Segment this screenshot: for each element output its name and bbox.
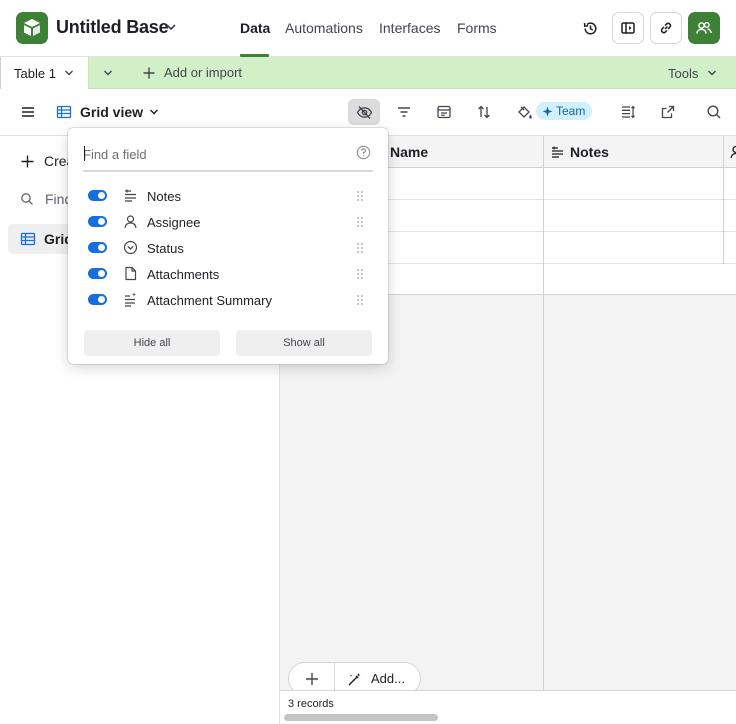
add-or-import-label: Add or import xyxy=(164,65,243,80)
drag-handle-icon[interactable] xyxy=(354,267,366,281)
base-title[interactable]: Untitled Base xyxy=(56,17,169,38)
column-header-notes[interactable]: Notes xyxy=(570,144,609,160)
chevron-down-icon[interactable] xyxy=(145,103,163,121)
launch-icon xyxy=(621,22,635,34)
search-icon[interactable] xyxy=(705,103,723,121)
long-text-icon xyxy=(125,189,136,202)
link-icon xyxy=(660,22,672,34)
all-tables-chevron-icon[interactable] xyxy=(101,66,115,80)
help-icon[interactable] xyxy=(356,145,371,160)
menu-icon[interactable] xyxy=(19,103,37,121)
long-text-icon xyxy=(552,146,563,158)
column-divider xyxy=(543,136,544,690)
column-header-name[interactable]: Name xyxy=(390,144,428,160)
visibility-toggle[interactable] xyxy=(88,242,107,253)
sparkle-icon xyxy=(542,106,553,116)
add-or-import-button[interactable]: Add or import xyxy=(142,65,242,80)
nav-tab-interfaces[interactable]: Interfaces xyxy=(379,20,440,36)
row-height-icon[interactable] xyxy=(619,103,637,121)
ai-text-icon xyxy=(125,292,136,307)
plus-icon[interactable] xyxy=(305,672,319,686)
field-row-status[interactable]: Status xyxy=(86,236,376,262)
hide-fields-popover: Notes Assignee Status Attachments Attach… xyxy=(68,128,388,364)
sort-icon[interactable] xyxy=(475,103,493,121)
nav-tab-forms[interactable]: Forms xyxy=(457,20,497,36)
field-row-attachments[interactable]: Attachments xyxy=(86,262,376,288)
drag-handle-icon[interactable] xyxy=(354,215,366,229)
visibility-toggle[interactable] xyxy=(88,216,107,227)
visibility-toggle[interactable] xyxy=(88,190,107,201)
field-label: Assignee xyxy=(147,215,201,230)
base-logo-icon[interactable] xyxy=(16,12,48,44)
top-header: Untitled Base Data Automations Interface… xyxy=(0,0,736,57)
chevron-down-icon[interactable] xyxy=(705,66,719,80)
filter-icon[interactable] xyxy=(395,103,413,121)
visibility-toggle[interactable] xyxy=(88,294,107,305)
find-field-input[interactable] xyxy=(83,139,373,172)
text-cursor xyxy=(84,146,85,161)
field-row-notes[interactable]: Notes xyxy=(86,184,376,210)
grid-footer: 3 records xyxy=(280,690,736,724)
visibility-toggle[interactable] xyxy=(88,268,107,279)
single-select-icon xyxy=(123,240,138,255)
plus-icon xyxy=(143,67,155,78)
add-button-label[interactable]: Add... xyxy=(371,671,405,686)
horizontal-scrollbar[interactable] xyxy=(284,714,438,721)
table-tab-label: Table 1 xyxy=(14,66,56,81)
color-icon[interactable] xyxy=(515,103,533,121)
share-button[interactable] xyxy=(688,12,720,44)
drag-handle-icon[interactable] xyxy=(354,293,366,307)
hide-fields-button[interactable] xyxy=(348,99,380,125)
magic-wand-icon[interactable] xyxy=(347,672,362,687)
eye-hidden-icon xyxy=(356,105,372,119)
user-icon xyxy=(730,145,736,159)
plus-icon xyxy=(21,155,34,167)
copy-link-button[interactable] xyxy=(650,12,682,44)
team-badge-label: Team xyxy=(556,104,586,118)
table-tab[interactable]: Table 1 xyxy=(0,57,89,89)
field-label: Status xyxy=(147,241,184,256)
chevron-down-icon[interactable] xyxy=(62,66,76,80)
nav-tab-automations[interactable]: Automations xyxy=(285,20,363,36)
drag-handle-icon[interactable] xyxy=(354,241,366,255)
show-all-button[interactable]: Show all xyxy=(236,330,372,356)
users-icon xyxy=(696,22,712,34)
chevron-down-icon[interactable] xyxy=(163,19,179,35)
nav-tab-data[interactable]: Data xyxy=(240,20,270,36)
create-view-button[interactable]: Crea xyxy=(20,153,74,169)
file-icon xyxy=(125,266,137,281)
field-row-assignee[interactable]: Assignee xyxy=(86,210,376,236)
history-icon xyxy=(583,21,597,34)
launch-button[interactable] xyxy=(612,12,644,44)
field-row-attachment-summary[interactable]: Attachment Summary xyxy=(86,288,376,314)
grid-view-icon xyxy=(55,103,73,121)
search-icon xyxy=(21,193,33,205)
field-label: Notes xyxy=(147,189,181,204)
record-count: 3 records xyxy=(288,698,334,710)
tools-label: Tools xyxy=(668,66,699,81)
view-name-button[interactable]: Grid view xyxy=(80,104,143,120)
tables-bar: Table 1 Add or import Tools xyxy=(0,57,736,89)
drag-handle-icon[interactable] xyxy=(354,189,366,203)
share-view-icon[interactable] xyxy=(659,103,677,121)
user-icon xyxy=(124,215,137,229)
field-label: Attachments xyxy=(147,267,220,282)
hide-all-button[interactable]: Hide all xyxy=(84,330,220,356)
find-view-input[interactable]: Find xyxy=(20,191,72,207)
column-divider xyxy=(723,136,724,264)
field-label: Attachment Summary xyxy=(147,293,272,308)
history-button[interactable] xyxy=(574,12,606,44)
team-badge[interactable]: Team xyxy=(536,102,593,120)
grid-view-icon xyxy=(20,232,36,246)
tools-menu[interactable]: Tools xyxy=(668,66,698,81)
group-icon[interactable] xyxy=(435,103,453,121)
